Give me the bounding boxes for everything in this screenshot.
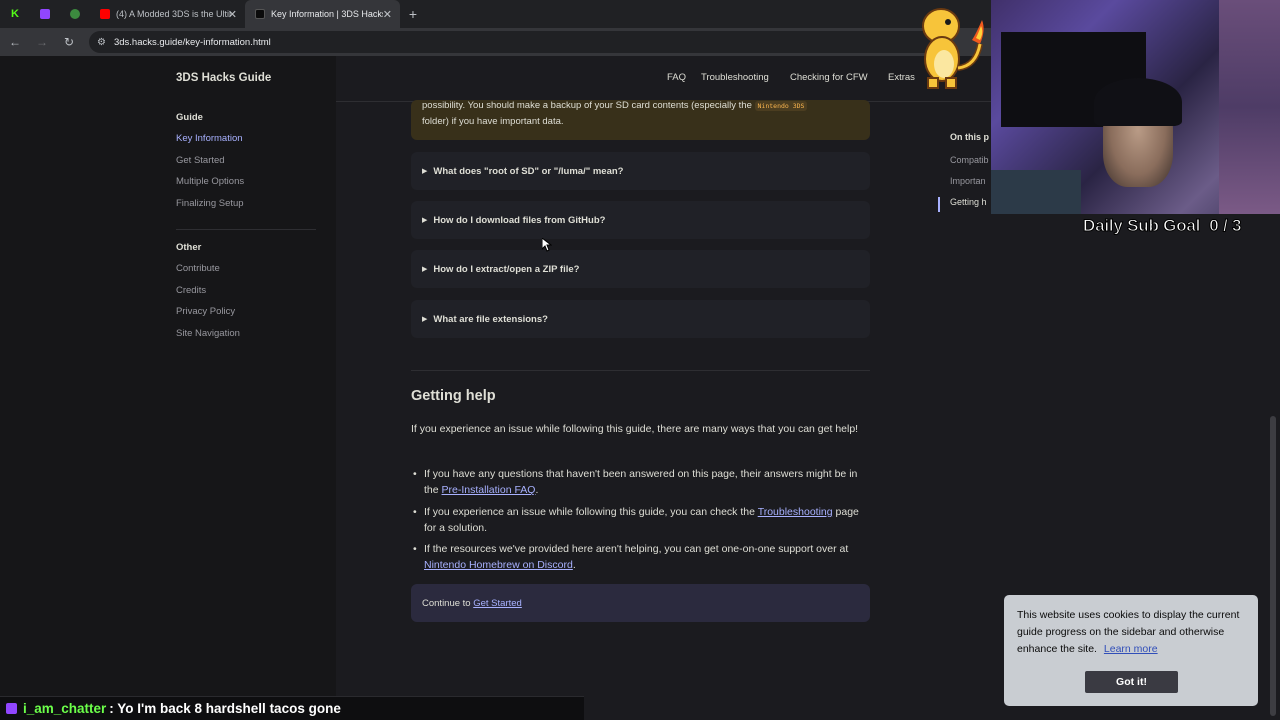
troubleshooting-link[interactable]: Troubleshooting	[758, 506, 833, 518]
continue-callout: Continue to Get Started	[411, 584, 870, 622]
list-item: If you experience an issue while followi…	[411, 504, 870, 536]
address-bar[interactable]: ⚙ 3ds.hacks.guide/key-information.html	[89, 31, 949, 53]
details-summary: What does "root of SD" or "/luma/" mean?	[433, 165, 624, 177]
disclosure-triangle-icon: ▶	[422, 168, 428, 175]
pinned-tab-twitch[interactable]	[30, 0, 60, 28]
webcam-streamer-headphones	[1094, 78, 1182, 126]
forward-icon[interactable]: →	[30, 30, 54, 54]
details-download-github[interactable]: ▶ How do I download files from GitHub?	[411, 201, 870, 239]
outline-active-marker	[938, 197, 940, 212]
chat-message: : Yo I'm back 8 hardshell tacos gone	[109, 701, 341, 716]
details-summary: How do I extract/open a ZIP file?	[433, 263, 580, 275]
tab-key-information[interactable]: Key Information | 3DS Hacks Gu ✕	[245, 0, 400, 28]
get-started-link[interactable]: Get Started	[473, 598, 522, 609]
chat-overlay: i_am_chatter : Yo I'm back 8 hardshell t…	[0, 696, 584, 720]
details-summary: How do I download files from GitHub?	[433, 214, 606, 226]
continue-text: Continue to	[422, 597, 474, 609]
sidebar-item-privacy-policy[interactable]: Privacy Policy	[176, 301, 316, 323]
getting-help-intro: If you experience an issue while followi…	[411, 423, 859, 435]
got-it-button[interactable]: Got it!	[1085, 671, 1178, 693]
help-list: If you have any questions that haven't b…	[411, 466, 870, 579]
sidebar-item-site-navigation[interactable]: Site Navigation	[176, 323, 316, 345]
learn-more-link[interactable]: Learn more	[1104, 643, 1158, 655]
discord-link[interactable]: Nintendo Homebrew on Discord	[424, 559, 573, 571]
nav-faq[interactable]: FAQ	[667, 72, 686, 83]
sub-goal-overlay: Daily Sub Goal 0 / 3	[1082, 216, 1242, 236]
list-text: .	[572, 559, 576, 571]
site-icon	[255, 9, 265, 19]
tab-title: (4) A Modded 3DS is the Ultim	[116, 9, 231, 19]
url-text: 3ds.hacks.guide/key-information.html	[113, 36, 271, 48]
disclosure-triangle-icon: ▶	[422, 266, 428, 273]
new-tab-button[interactable]: +	[400, 0, 426, 28]
list-item: If you have any questions that haven't b…	[411, 466, 870, 498]
webcam-background-plant	[991, 170, 1081, 214]
pinned-tab-xbox[interactable]	[60, 0, 90, 28]
outline-item-important[interactable]: Importan	[938, 171, 998, 192]
pinned-tab-kick[interactable]: K	[0, 0, 30, 28]
outline-heading: On this p	[950, 132, 989, 142]
list-text: .	[535, 484, 539, 496]
details-summary: What are file extensions?	[433, 313, 548, 325]
outline-item-getting-help[interactable]: Getting h	[938, 192, 998, 213]
details-file-extensions[interactable]: ▶ What are file extensions?	[411, 300, 870, 338]
kick-icon: K	[11, 8, 19, 20]
details-root-of-sd[interactable]: ▶ What does "root of SD" or "/luma/" mea…	[411, 152, 870, 190]
sidebar-item-credits[interactable]: Credits	[176, 280, 316, 302]
nav-checking-for-cfw[interactable]: Checking for CFW	[790, 72, 868, 83]
sidebar-group-guide: Guide Key Information Get Started Multip…	[176, 107, 316, 214]
back-icon[interactable]: ←	[3, 30, 27, 54]
webcam-overlay	[991, 0, 1280, 214]
list-text: If the resources we've provided here are…	[424, 543, 849, 555]
section-divider	[411, 370, 870, 371]
list-text: If you experience an issue while followi…	[424, 505, 758, 518]
charmander-sprite	[922, 8, 984, 89]
sidebar-heading-other: Other	[176, 242, 202, 253]
tab-youtube[interactable]: (4) A Modded 3DS is the Ultim ✕	[90, 0, 245, 28]
warning-callout: possibility. You should make a backup of…	[411, 100, 870, 140]
sidebar-divider	[176, 229, 316, 230]
nav-troubleshooting[interactable]: Troubleshooting	[701, 72, 769, 83]
tab-title: Key Information | 3DS Hacks Gu	[271, 9, 383, 19]
cookie-banner: This website uses cookies to display the…	[1004, 595, 1258, 706]
close-tab-icon[interactable]: ✕	[383, 8, 392, 21]
sidebar-item-contribute[interactable]: Contribute	[176, 258, 316, 280]
details-extract-zip[interactable]: ▶ How do I extract/open a ZIP file?	[411, 250, 870, 288]
mouse-cursor-icon	[542, 238, 552, 252]
xbox-icon	[70, 9, 80, 19]
getting-help-heading: Getting help	[411, 388, 496, 404]
sidebar: 3DS Hacks Guide Guide Key Information Ge…	[0, 56, 336, 720]
warning-text-b: folder) if you have important data.	[422, 116, 564, 127]
twitch-icon	[6, 703, 17, 714]
sidebar-item-multiple-options[interactable]: Multiple Options	[176, 171, 316, 193]
reload-icon[interactable]: ↻	[57, 30, 81, 54]
sidebar-heading-guide: Guide	[176, 112, 203, 123]
pre-installation-faq-link[interactable]: Pre-Installation FAQ	[442, 484, 536, 496]
sidebar-item-get-started[interactable]: Get Started	[176, 150, 316, 172]
site-info-icon[interactable]: ⚙	[97, 37, 106, 48]
on-this-page-outline: On this p Compatib Importan Getting h	[938, 132, 998, 213]
sidebar-group-other: Other Contribute Credits Privacy Policy …	[176, 237, 316, 344]
warning-text: possibility. You should make a backup of…	[422, 98, 859, 130]
sidebar-item-key-information[interactable]: Key Information	[176, 128, 316, 150]
chat-username: i_am_chatter	[23, 701, 107, 716]
close-tab-icon[interactable]: ✕	[228, 8, 237, 21]
webcam-background-shelf	[1219, 0, 1280, 214]
disclosure-triangle-icon: ▶	[422, 217, 428, 224]
inline-code: Nintendo 3DS	[754, 101, 808, 111]
sidebar-item-finalizing-setup[interactable]: Finalizing Setup	[176, 193, 316, 215]
youtube-icon	[100, 9, 110, 19]
disclosure-triangle-icon: ▶	[422, 316, 428, 323]
site-brand[interactable]: 3DS Hacks Guide	[176, 72, 271, 84]
warning-text-a: possibility. You should make a backup of…	[422, 100, 752, 111]
list-item: If the resources we've provided here are…	[411, 541, 870, 573]
page-scrollbar[interactable]	[1270, 416, 1276, 716]
outline-item-compatibility[interactable]: Compatib	[938, 150, 998, 171]
twitch-icon	[40, 9, 50, 19]
